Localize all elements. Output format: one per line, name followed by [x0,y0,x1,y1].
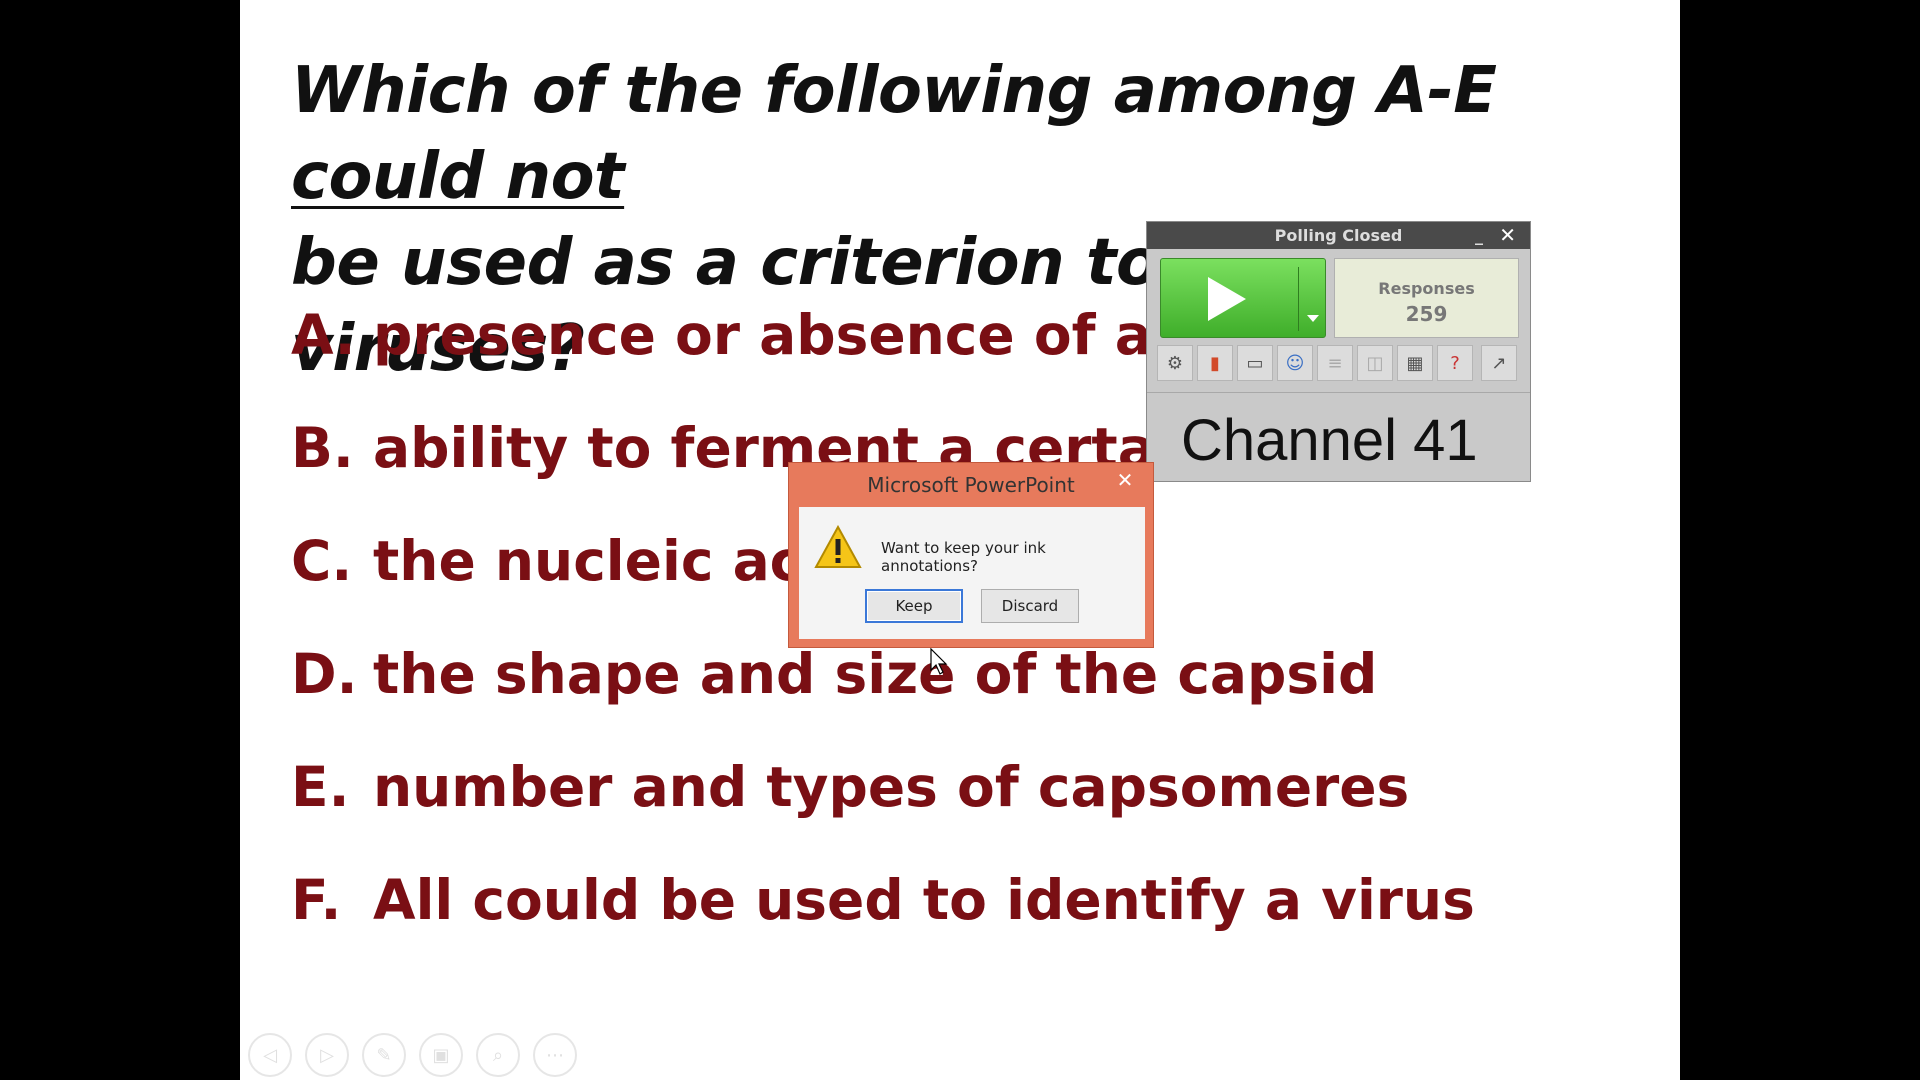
option-text: number and types of capsomeres [373,755,1410,819]
responses-label: Responses [1378,279,1475,298]
channel-label: Channel 41 [1181,408,1478,473]
dialog-body: Want to keep your ink annotations? Keep … [799,507,1145,639]
chevron-down-icon[interactable] [1307,315,1319,322]
more-icon[interactable]: ⋯ [533,1033,577,1077]
question-icon[interactable]: ? [1437,345,1473,381]
responses-box: Responses 259 [1334,258,1519,338]
gear-icon[interactable]: ⚙ [1157,345,1193,381]
option-text: All could be used to identify a virus [373,868,1475,932]
participants-icon[interactable]: ☺ [1277,345,1313,381]
dialog-title: Microsoft PowerPoint [867,473,1075,497]
polling-title: Polling Closed [1274,226,1403,245]
pen-icon[interactable]: ✎ [362,1033,406,1077]
question-part1: Which of the following among A-E [291,54,1497,128]
option-e: E. number and types of capsomeres [291,752,1409,822]
play-icon [1208,277,1246,321]
polling-panel: Polling Closed _ ✕ Responses 259 ⚙ ▮ ▭ ☺… [1146,221,1531,482]
option-letter: F. [291,868,342,932]
option-letter: E. [291,755,350,819]
option-a: A. presence or absence of an en [291,300,1287,370]
grid-icon[interactable]: ▦ [1397,345,1433,381]
next-icon[interactable]: ▷ [305,1033,349,1077]
button-divider [1298,267,1299,331]
list-icon[interactable]: ≡ [1317,345,1353,381]
close-icon[interactable]: ✕ [1499,222,1516,249]
question-underlined: could not [291,140,625,214]
monitor-icon[interactable]: ▭ [1237,345,1273,381]
responses-count: 259 [1405,302,1448,326]
option-letter: C. [291,529,353,593]
option-letter: D. [291,642,358,706]
option-letter: B. [291,416,354,480]
bar-chart-icon[interactable]: ▮ [1197,345,1233,381]
option-d: D. the shape and size of the capsid [291,639,1377,709]
option-f: F. All could be used to identify a virus [291,865,1475,935]
mouse-cursor-icon [930,648,948,675]
slides-icon[interactable]: ▣ [419,1033,463,1077]
warning-icon [814,525,862,568]
option-letter: A. [291,303,356,367]
option-c: C. the nucleic acid [291,526,861,596]
option-text: the shape and size of the capsid [373,642,1378,706]
close-icon[interactable]: ✕ [1105,467,1145,493]
start-polling-button[interactable] [1160,258,1326,338]
previous-icon[interactable]: ◁ [248,1033,292,1077]
minimize-icon[interactable]: _ [1475,222,1483,249]
dialog-message: Want to keep your ink annotations? [881,539,1046,575]
polling-toolbar: ⚙ ▮ ▭ ☺ ≡ ◫ ▦ ? ↗ [1157,345,1520,385]
polling-title-bar: Polling Closed _ ✕ [1147,222,1530,249]
keep-button[interactable]: Keep [865,589,963,623]
stack-icon[interactable]: ◫ [1357,345,1393,381]
zoom-icon[interactable]: ⌕ [476,1033,520,1077]
keep-annotations-dialog: Microsoft PowerPoint ✕ Want to keep your… [788,462,1154,648]
divider [1147,392,1530,393]
discard-button[interactable]: Discard [981,589,1079,623]
export-icon[interactable]: ↗ [1481,345,1517,381]
